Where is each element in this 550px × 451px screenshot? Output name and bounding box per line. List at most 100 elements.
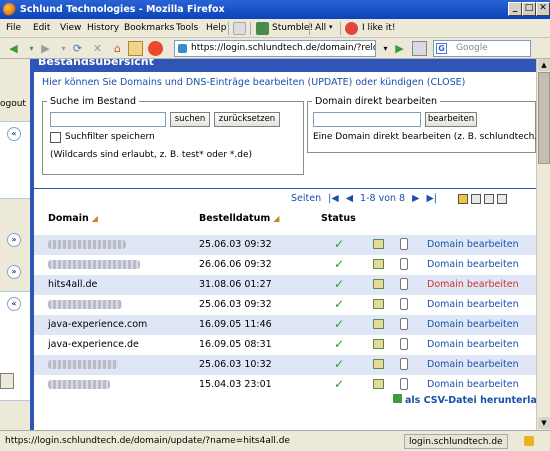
delete-icon[interactable] [400,298,408,310]
delete-icon[interactable] [400,338,408,350]
all-dropdown[interactable]: All [315,23,326,33]
menu-edit[interactable]: Edit [33,23,50,33]
last-page-icon[interactable]: ▶| [426,193,437,204]
direct-edit-button[interactable]: bearbeiten [425,112,477,127]
delete-icon[interactable] [400,258,408,270]
search-input[interactable] [50,112,166,127]
reload-button[interactable]: ⟳ [70,41,85,56]
menu-tools[interactable]: Tools [176,23,198,33]
menu-view[interactable]: View [60,23,81,33]
delete-icon[interactable] [400,358,408,370]
back-dropdown-icon[interactable]: ▾ [24,41,39,56]
scroll-down-icon[interactable]: ▼ [538,417,550,429]
reset-button[interactable]: zurücksetzen [214,112,280,127]
date-cell: 25.06.03 09:32 [199,239,272,250]
menu-bookmarks[interactable]: Bookmarks [124,23,174,33]
view-list-icon[interactable] [497,194,507,204]
maximize-button[interactable]: □ [522,2,536,16]
address-bar-text: https://login.schlundtech.de/domain/?rel… [191,43,376,53]
menu-history[interactable]: History [87,23,119,33]
stop-button[interactable]: ✕ [90,41,105,56]
prev-page-icon[interactable]: ◀ [346,193,353,204]
redacted-domain [48,360,118,369]
edit-icon[interactable] [373,299,384,309]
minimize-button[interactable]: _ [508,2,522,16]
status-host: login.schlundtech.de [404,434,508,449]
column-header-date[interactable]: Bestelldatum ◢ [199,213,279,224]
search-button[interactable]: suchen [170,112,210,127]
address-dropdown-icon[interactable]: ▾ [378,41,393,56]
close-button[interactable]: ✕ [536,2,550,16]
logout-link[interactable]: ogout [0,99,26,109]
table-row: 25.06.03 09:32 ✓ Domain bearbeiten [34,295,536,315]
view-large-icon[interactable] [484,194,494,204]
csv-download-link[interactable]: als CSV-Datei herunterladen [393,394,536,406]
edit-icon[interactable] [373,319,384,329]
lock-icon[interactable] [524,436,534,446]
sort-icon[interactable]: ◢ [92,214,98,223]
table-row: 25.06.03 09:32 ✓ Domain bearbeiten [34,235,536,255]
edit-domain-link[interactable]: Domain bearbeiten [427,379,519,390]
edit-icon[interactable] [373,359,384,369]
scroll-thumb[interactable] [538,72,550,164]
scroll-up-icon[interactable]: ▲ [538,59,550,71]
domain-cell: java-experience.de [48,339,139,350]
edit-domain-link[interactable]: Domain bearbeiten [427,279,519,290]
chevron-down-icon[interactable]: ▾ [329,23,333,31]
edit-icon[interactable] [373,259,384,269]
search-box[interactable]: G Google [433,40,531,57]
check-icon: ✓ [334,337,345,351]
bookmark-icon[interactable] [128,41,143,56]
edit-icon[interactable] [373,379,384,389]
ilike-button[interactable]: I like it! [362,23,395,33]
table-row: java-experience.com 16.09.05 11:46 ✓ Domain… [34,315,536,335]
menu-file[interactable]: File [6,23,21,33]
save-filter-checkbox[interactable] [50,132,61,143]
pager: Seiten |◀ ◀ 1-8 von 8 ▶ ▶| [291,193,441,204]
check-icon: ✓ [334,257,345,271]
view-medium-icon[interactable] [471,194,481,204]
view-small-icon[interactable] [458,194,468,204]
edit-icon[interactable] [373,339,384,349]
sort-icon[interactable]: ◢ [273,214,279,223]
collapse-icon[interactable]: « [7,297,21,311]
menu-separator [340,22,341,35]
domain-cell [48,379,110,390]
google-icon: G [436,43,447,54]
delete-icon[interactable] [400,378,408,390]
delete-icon[interactable] [400,278,408,290]
edit-domain-link[interactable]: Domain bearbeiten [427,259,519,270]
edit-domain-link[interactable]: Domain bearbeiten [427,359,519,370]
forward-button[interactable]: ▶ [38,41,53,56]
collapse-icon[interactable]: « [7,127,21,141]
forward-dropdown-icon[interactable]: ▾ [56,41,71,56]
address-bar[interactable]: https://login.schlundtech.de/domain/?rel… [174,40,376,57]
next-page-icon[interactable]: ▶ [412,193,419,204]
edit-domain-link[interactable]: Domain bearbeiten [427,319,519,330]
first-page-icon[interactable]: |◀ [328,193,339,204]
delete-icon[interactable] [400,238,408,250]
expand-icon[interactable]: » [7,265,21,279]
edit-domain-link[interactable]: Domain bearbeiten [427,239,519,250]
back-button[interactable]: ◀ [6,41,21,56]
menu-help[interactable]: Help [206,23,227,33]
column-header-domain[interactable]: Domain ◢ [48,213,98,224]
check-icon: ✓ [334,357,345,371]
home-button[interactable]: ⌂ [110,41,125,56]
stumble-button[interactable]: Stumble! [272,23,313,33]
page-icon[interactable] [412,41,427,56]
extension-icon[interactable] [148,41,163,56]
edit-icon[interactable] [373,279,384,289]
vertical-scrollbar[interactable]: ▲ ▼ [536,59,550,430]
edit-domain-link[interactable]: Domain bearbeiten [427,339,519,350]
edit-icon[interactable] [373,239,384,249]
search-placeholder: Google [456,43,488,53]
sidebar-button[interactable] [0,373,14,389]
edit-domain-link[interactable]: Domain bearbeiten [427,299,519,310]
direct-domain-input[interactable] [313,112,421,127]
redacted-domain [48,240,126,249]
delete-icon[interactable] [400,318,408,330]
date-cell: 31.08.06 01:27 [199,279,272,290]
expand-icon[interactable]: » [7,233,21,247]
go-button[interactable]: ▶ [392,41,407,56]
